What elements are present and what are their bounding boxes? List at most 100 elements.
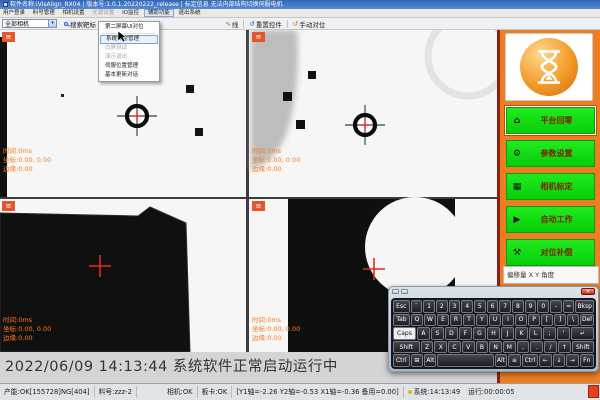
dropdown-item-white-screen-test[interactable]: 白屏测试 <box>100 44 158 53</box>
key-space[interactable] <box>437 354 493 367</box>
dropdown-item-second-screen[interactable]: 第二屏幕UI对位 <box>100 23 158 32</box>
key-caps[interactable]: Caps <box>393 327 416 340</box>
title-bar[interactable]: 软件名称:iVisAlign_RX04 | 版本号:1.0.1.20220222… <box>0 0 600 9</box>
key-ctrl[interactable]: Ctrl <box>522 354 539 367</box>
key-t[interactable]: T <box>463 314 475 327</box>
key-shift[interactable]: Shift <box>572 341 594 354</box>
key-n[interactable]: N <box>489 341 502 354</box>
key-j[interactable]: J <box>501 327 514 340</box>
osk-title-bar[interactable]: × <box>389 287 598 296</box>
key-\[interactable]: \ <box>567 314 579 327</box>
key-[[interactable]: [ <box>541 314 553 327</box>
key-'[interactable]: ' <box>557 327 570 340</box>
menu-item-aux-functions[interactable]: 辅助功能 <box>144 9 174 17</box>
menu-item-camera-settings[interactable]: 相机设置 <box>60 9 88 17</box>
key-y[interactable]: Y <box>476 314 488 327</box>
key-;[interactable]: ; <box>543 327 556 340</box>
osk-options-icon[interactable] <box>392 289 399 294</box>
menu-item-io-monitor[interactable]: IO监控 <box>119 9 142 17</box>
key-h[interactable]: H <box>487 327 500 340</box>
key-←[interactable]: ← <box>539 354 551 367</box>
search-target-button[interactable]: 搜索靶标 <box>61 19 99 29</box>
key-4[interactable]: 4 <box>461 300 473 313</box>
key-esc[interactable]: Esc <box>393 300 410 313</box>
key-u[interactable]: U <box>489 314 501 327</box>
menu-item-light-settings[interactable]: 光源设置 <box>89 9 117 17</box>
key-alt[interactable]: Alt <box>424 354 436 367</box>
key-≡[interactable]: ≡ <box>508 354 520 367</box>
status-board: 板卡:OK <box>198 386 233 398</box>
key-e[interactable]: E <box>437 314 449 327</box>
osk-dock-icon[interactable] <box>401 289 408 294</box>
key-0[interactable]: 0 <box>537 300 549 313</box>
key-r[interactable]: R <box>450 314 462 327</box>
key-↵[interactable]: ↵ <box>571 327 594 340</box>
key-m[interactable]: M <box>503 341 516 354</box>
dropdown-item-system-exception[interactable]: 系统异常管理 <box>100 35 158 44</box>
key-del[interactable]: Del <box>580 314 594 327</box>
key-⊞[interactable]: ⊞ <box>411 354 423 367</box>
auto-work-button[interactable]: ▶ 自动工作 <box>506 206 595 233</box>
platform-home-button[interactable]: ⌂ 平台回零 <box>506 107 595 134</box>
overlay-time: 时间:0ms <box>3 316 51 325</box>
key-tab[interactable]: Tab <box>393 314 410 327</box>
key-ctrl[interactable]: Ctrl <box>393 354 410 367</box>
key-,[interactable]: , <box>517 341 530 354</box>
reset-controls-button[interactable]: ↺ 重置控件 <box>246 19 284 29</box>
key-→[interactable]: → <box>566 354 578 367</box>
close-icon[interactable]: × <box>581 288 595 295</box>
offset-readout-panel: 偏移量 X Y 角度 <box>503 266 599 284</box>
key-2[interactable]: 2 <box>436 300 448 313</box>
key-shift[interactable]: Shift <box>393 341 420 354</box>
key--[interactable]: - <box>550 300 562 313</box>
key-c[interactable]: C <box>448 341 461 354</box>
key-d[interactable]: D <box>445 327 458 340</box>
key-7[interactable]: 7 <box>499 300 511 313</box>
key-o[interactable]: O <box>515 314 527 327</box>
camera-calibration-button[interactable]: ▦ 相机标定 <box>506 173 595 200</box>
key-v[interactable]: V <box>462 341 475 354</box>
key-g[interactable]: G <box>473 327 486 340</box>
key-.[interactable]: . <box>530 341 543 354</box>
key-↓[interactable]: ↓ <box>553 354 565 367</box>
draw-line-button[interactable]: ∿ 线 <box>222 19 241 29</box>
align-compensation-button[interactable]: ⚒ 对位补偿 <box>506 239 595 266</box>
key-i[interactable]: I <box>502 314 514 327</box>
status-alarm-box[interactable] <box>588 385 599 398</box>
key-alt[interactable]: Alt <box>495 354 507 367</box>
key-`[interactable]: ` <box>411 300 423 313</box>
key-8[interactable]: 8 <box>512 300 524 313</box>
key-x[interactable]: X <box>434 341 447 354</box>
key-=[interactable]: = <box>563 300 575 313</box>
dropdown-item-demo-exit[interactable]: 演示退出 <box>100 53 158 62</box>
manual-align-button[interactable]: ↺ 手动对位 <box>290 19 328 29</box>
menu-item-part-manage[interactable]: 料号管理 <box>30 9 58 17</box>
menu-item-exit[interactable]: 退出系统 <box>176 9 204 17</box>
key-z[interactable]: Z <box>421 341 434 354</box>
overlay-info-1: 时间:0ms 坐标:0.00, 0.00 边缘:0.00 <box>3 147 51 173</box>
dropdown-item-basic-update[interactable]: 基本更新对话 <box>100 71 158 80</box>
key-p[interactable]: P <box>528 314 540 327</box>
key-k[interactable]: K <box>515 327 528 340</box>
dropdown-item-servo-position[interactable]: 伺服位置管理 <box>100 62 158 71</box>
parameter-settings-button[interactable]: ⚙ 参数设置 <box>506 140 595 167</box>
key-6[interactable]: 6 <box>487 300 499 313</box>
key-bksp[interactable]: Bksp <box>575 300 593 313</box>
key-fn[interactable]: Fn <box>580 354 595 367</box>
key-b[interactable]: B <box>476 341 489 354</box>
key-3[interactable]: 3 <box>449 300 461 313</box>
camera-select-dropdown[interactable]: 全部相机 ▾ <box>2 19 57 28</box>
key-w[interactable]: W <box>424 314 436 327</box>
key-9[interactable]: 9 <box>525 300 537 313</box>
key-1[interactable]: 1 <box>423 300 435 313</box>
key-5[interactable]: 5 <box>474 300 486 313</box>
key-↑[interactable]: ↑ <box>558 341 571 354</box>
key-s[interactable]: S <box>431 327 444 340</box>
key-l[interactable]: L <box>529 327 542 340</box>
menu-item-user-login[interactable]: 用户登录 <box>0 9 28 17</box>
key-q[interactable]: Q <box>411 314 423 327</box>
key-f[interactable]: F <box>459 327 472 340</box>
key-][interactable]: ] <box>554 314 566 327</box>
key-/[interactable]: / <box>544 341 557 354</box>
key-a[interactable]: A <box>417 327 430 340</box>
